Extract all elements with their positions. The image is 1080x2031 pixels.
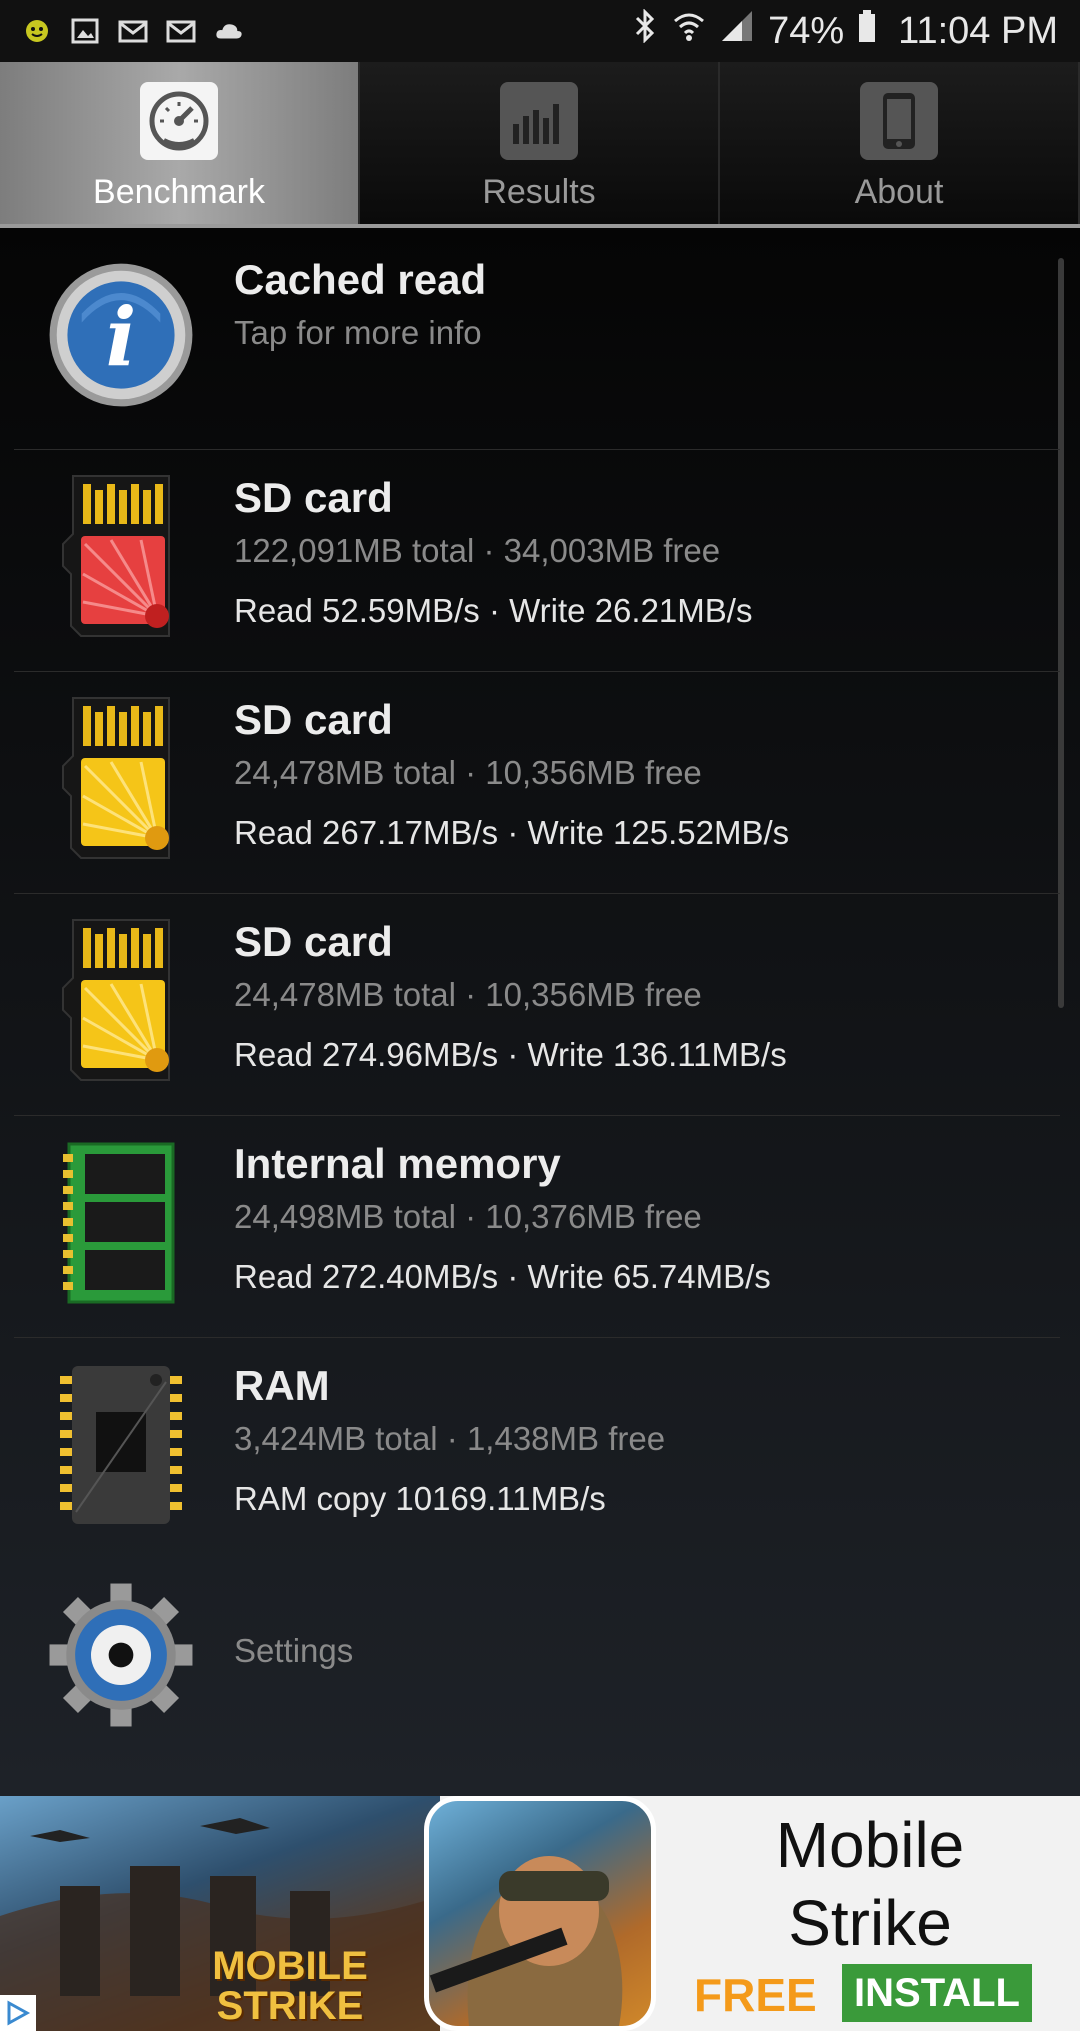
status-bar: 74% 11:04 PM <box>0 0 1080 62</box>
item-subtitle: 122,091MB total · 34,003MB free <box>234 532 721 569</box>
gmail-icon <box>118 16 148 46</box>
tab-bar: Benchmark Results About <box>0 62 1080 228</box>
battery-icon <box>858 9 876 53</box>
ad-title: Mobile Strike <box>775 1809 965 1959</box>
clock: 11:04 PM <box>898 9 1058 52</box>
cloud-icon <box>214 16 244 46</box>
list-item-cached-read[interactable]: i Cached read Tap for more info <box>14 228 1060 450</box>
tab-label: About <box>854 173 944 211</box>
sd-card-yellow-icon <box>46 916 196 1086</box>
ad-logo-text: MOBILE STRIKE <box>212 1944 368 2028</box>
info-icon: i <box>46 250 196 420</box>
item-title: SD card <box>234 918 393 965</box>
ad-app-icon[interactable] <box>424 1796 656 2031</box>
item-title: Internal memory <box>234 1140 561 1187</box>
item-subtitle: 24,478MB total · 10,356MB free <box>234 976 702 1013</box>
bluetooth-icon <box>632 8 658 53</box>
tab-label: Results <box>482 173 596 211</box>
settings-label: Settings <box>234 1632 354 1669</box>
smiley-notification-icon <box>22 16 52 46</box>
gear-icon <box>46 1570 196 1740</box>
list-item-sd-card[interactable]: SD card 24,478MB total · 10,356MB free R… <box>14 894 1060 1116</box>
notification-icons <box>22 16 244 46</box>
item-subtitle: 24,478MB total · 10,356MB free <box>234 754 702 791</box>
benchmark-list: i Cached read Tap for more info SD card … <box>0 228 1080 1796</box>
sd-card-red-icon <box>46 472 196 642</box>
item-title: Cached read <box>234 256 487 303</box>
adchoices-icon[interactable] <box>0 1995 36 2031</box>
item-speed: Read 274.96MB/s · Write 136.11MB/s <box>234 1036 787 1073</box>
bar-chart-icon <box>500 82 578 160</box>
item-title: SD card <box>234 696 393 743</box>
gmail-icon <box>166 16 196 46</box>
wifi-icon <box>672 9 706 53</box>
ad-game-artwork[interactable]: MOBILE STRIKE <box>0 1796 440 2031</box>
image-icon <box>70 16 100 46</box>
item-subtitle: 24,498MB total · 10,376MB free <box>234 1198 702 1235</box>
tab-label: Benchmark <box>93 173 265 211</box>
svg-text:i: i <box>106 290 137 384</box>
battery-percent: 74% <box>768 9 845 52</box>
system-status: 74% 11:04 PM <box>632 8 1058 53</box>
memory-chip-icon <box>46 1138 196 1308</box>
list-item-sd-card[interactable]: SD card 122,091MB total · 34,003MB free … <box>14 450 1060 672</box>
item-title: RAM <box>234 1362 330 1409</box>
tab-benchmark[interactable]: Benchmark <box>0 62 360 224</box>
sd-card-yellow-icon <box>46 694 196 864</box>
tab-results[interactable]: Results <box>360 62 720 224</box>
ad-free-label: FREE <box>694 1969 817 2021</box>
list-item-ram[interactable]: RAM 3,424MB total · 1,438MB free RAM cop… <box>14 1338 1060 1560</box>
tab-about[interactable]: About <box>720 62 1080 224</box>
item-title: SD card <box>234 474 393 521</box>
item-speed: Read 52.59MB/s · Write 26.21MB/s <box>234 592 753 629</box>
item-subtitle: Tap for more info <box>234 314 482 351</box>
list-item-sd-card[interactable]: SD card 24,478MB total · 10,356MB free R… <box>14 672 1060 894</box>
ram-chip-icon <box>46 1360 196 1530</box>
signal-icon <box>720 9 754 53</box>
list-item-settings[interactable]: Settings <box>14 1560 1060 1750</box>
list-item-internal-memory[interactable]: Internal memory 24,498MB total · 10,376M… <box>14 1116 1060 1338</box>
item-speed: RAM copy 10169.11MB/s <box>234 1480 606 1517</box>
item-speed: Read 272.40MB/s · Write 65.74MB/s <box>234 1258 771 1295</box>
item-subtitle: 3,424MB total · 1,438MB free <box>234 1420 666 1457</box>
item-speed: Read 267.17MB/s · Write 125.52MB/s <box>234 814 790 851</box>
speedometer-icon <box>140 82 218 160</box>
phone-icon <box>860 82 938 160</box>
ad-banner[interactable]: MOBILE STRIKE Mobile Strike FREE INSTALL <box>0 1796 1080 2031</box>
ad-install-button[interactable]: INSTALL <box>842 1964 1032 2022</box>
